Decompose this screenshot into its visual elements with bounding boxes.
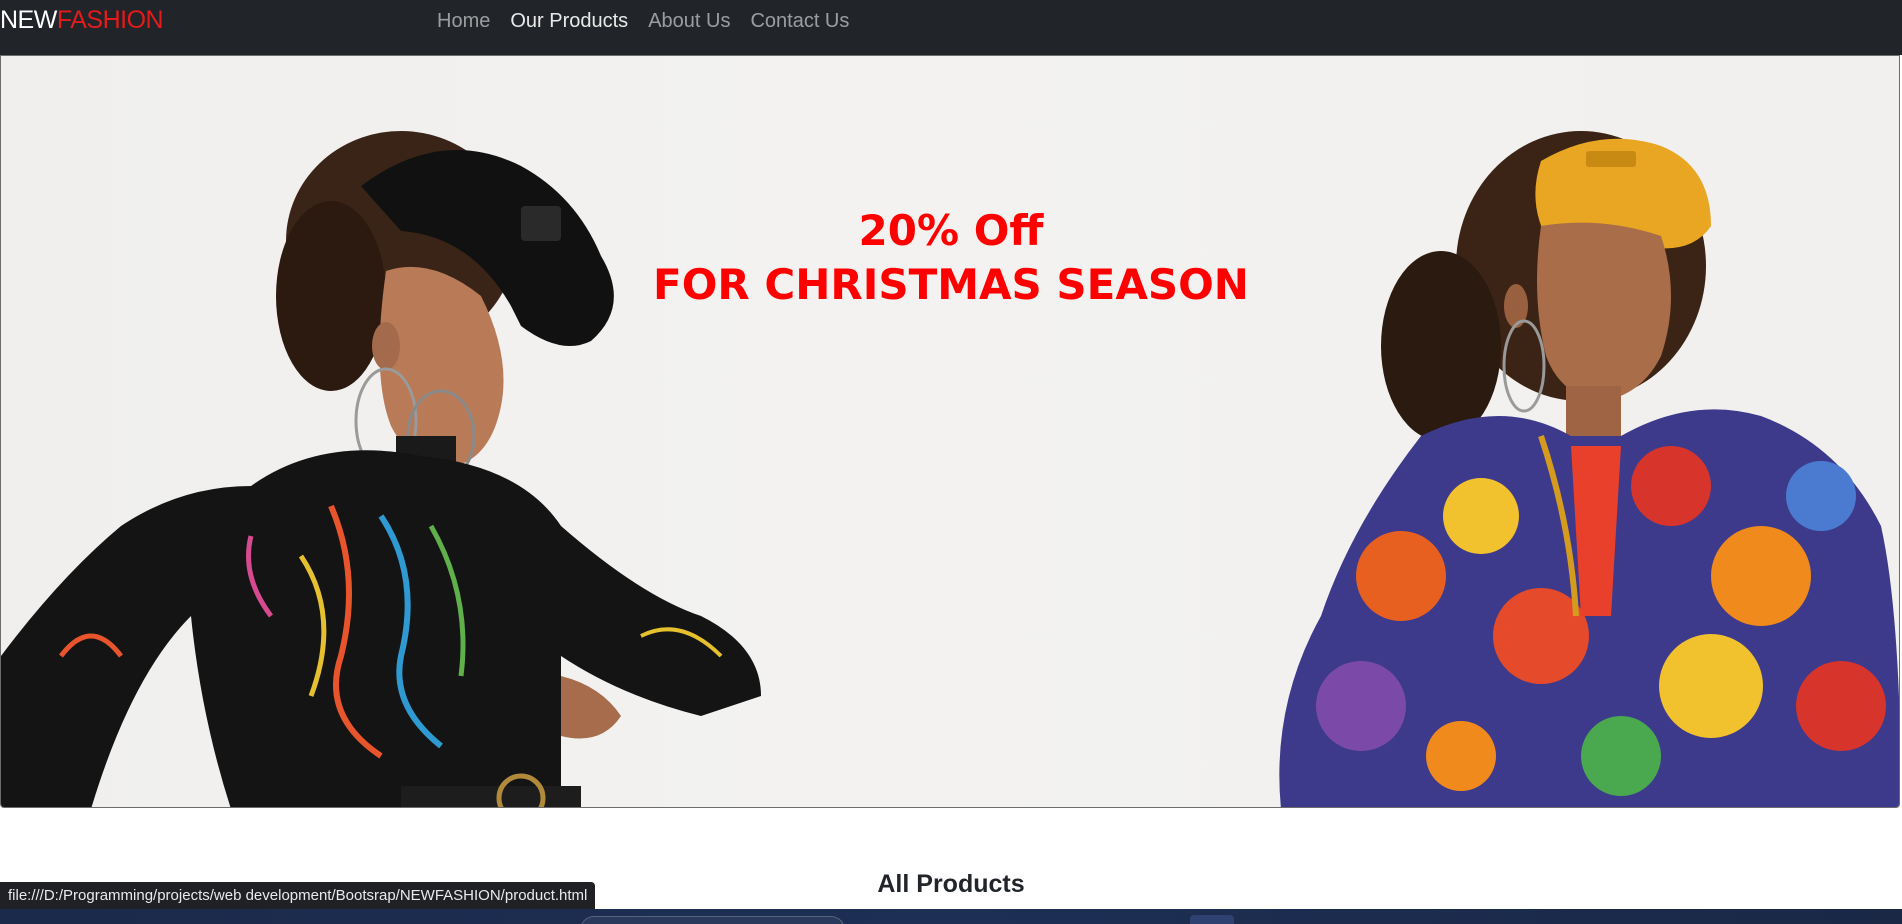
brand-logo[interactable]: NEWFASHION xyxy=(0,6,164,35)
nav-links: Home Our Products About Us Contact Us xyxy=(437,10,849,32)
hero-banner: 20% Off FOR CHRISTMAS SEASON xyxy=(0,55,1900,808)
status-bar-url: file:///D:/Programming/projects/web deve… xyxy=(0,882,596,909)
taskbar-app-icon[interactable] xyxy=(1190,915,1234,924)
nav-link-home[interactable]: Home xyxy=(437,10,490,32)
nav-link-about-us[interactable]: About Us xyxy=(648,10,730,32)
nav-link-contact-us[interactable]: Contact Us xyxy=(750,10,849,32)
promo-line-discount: 20% Off xyxy=(858,206,1044,255)
nav-link-our-products[interactable]: Our Products xyxy=(510,10,628,32)
os-taskbar xyxy=(0,909,1902,924)
right-model-image xyxy=(1279,131,1899,807)
navbar: NEWFASHION Home Our Products About Us Co… xyxy=(0,0,1902,55)
brand-text-fashion: FASHION xyxy=(56,6,164,34)
taskbar-search-box[interactable] xyxy=(580,916,845,924)
promo-headline: 20% Off FOR CHRISTMAS SEASON xyxy=(1,204,1899,312)
brand-text-new: NEW xyxy=(0,6,57,34)
promo-line-season: FOR CHRISTMAS SEASON xyxy=(653,260,1249,309)
left-model-image xyxy=(1,131,761,807)
